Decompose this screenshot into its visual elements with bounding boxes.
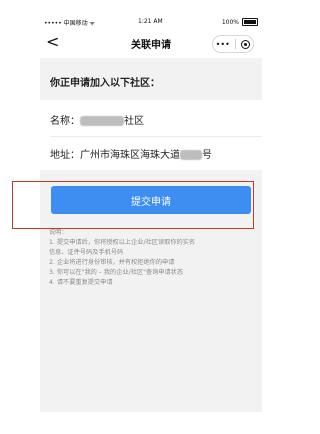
name-label: 名称： [50,116,80,127]
status-bar: ••••• 中国移动 ᯤ 1:21 AM 100% [40,12,262,30]
address-row: 地址：广州市海珠区海珠大道 号 [50,146,212,161]
battery-status: 100% [222,18,258,26]
address-label: 地址： [50,150,80,161]
battery-percent: 100% [221,18,239,26]
name-row: 名称： 社区 [50,112,144,127]
row-divider [50,136,262,137]
battery-icon [242,18,258,26]
notes-section: 说明： 1. 提交申请后，你将授权以上企业/社区读取你的实名 信息、证件号码及手… [49,228,259,288]
status-time: 1:21 AM [138,18,163,25]
address-suffix: 号 [202,150,212,161]
carrier-signal: ••••• 中国移动 ᯤ [44,20,95,27]
note-line: 3. 你可以在"我的 – 我的企业/社区"查询申请状态 [49,269,184,276]
highlight-box [12,181,254,229]
close-target-icon[interactable] [241,39,251,49]
more-icon[interactable]: ••• [216,40,230,49]
name-suffix: 社区 [124,116,144,127]
address-redacted [180,150,202,160]
mini-program-capsule: ••• [212,35,254,53]
note-line: 2. 企业将进行身份审核，并有权拒绝你的申请 [49,259,175,266]
note-line: 4. 请不要重复提交申请 [49,279,113,286]
capsule-divider [235,39,237,49]
notes-heading: 说明： [49,229,68,236]
note-line: 1. 提交申请后，你将授权以上企业/社区读取你的实名 [49,239,196,246]
nav-bar: < 关联申请 ••• [40,30,262,58]
intro-text: 你正申请加入以下社区： [50,78,160,89]
community-info-card: 名称： 社区 地址：广州市海珠区海珠大道 号 [40,100,262,170]
note-line: 信息、证件号码及手机号码 [49,249,124,256]
address-value: 广州市海珠区海珠大道 [80,150,180,161]
name-redacted [80,116,124,126]
